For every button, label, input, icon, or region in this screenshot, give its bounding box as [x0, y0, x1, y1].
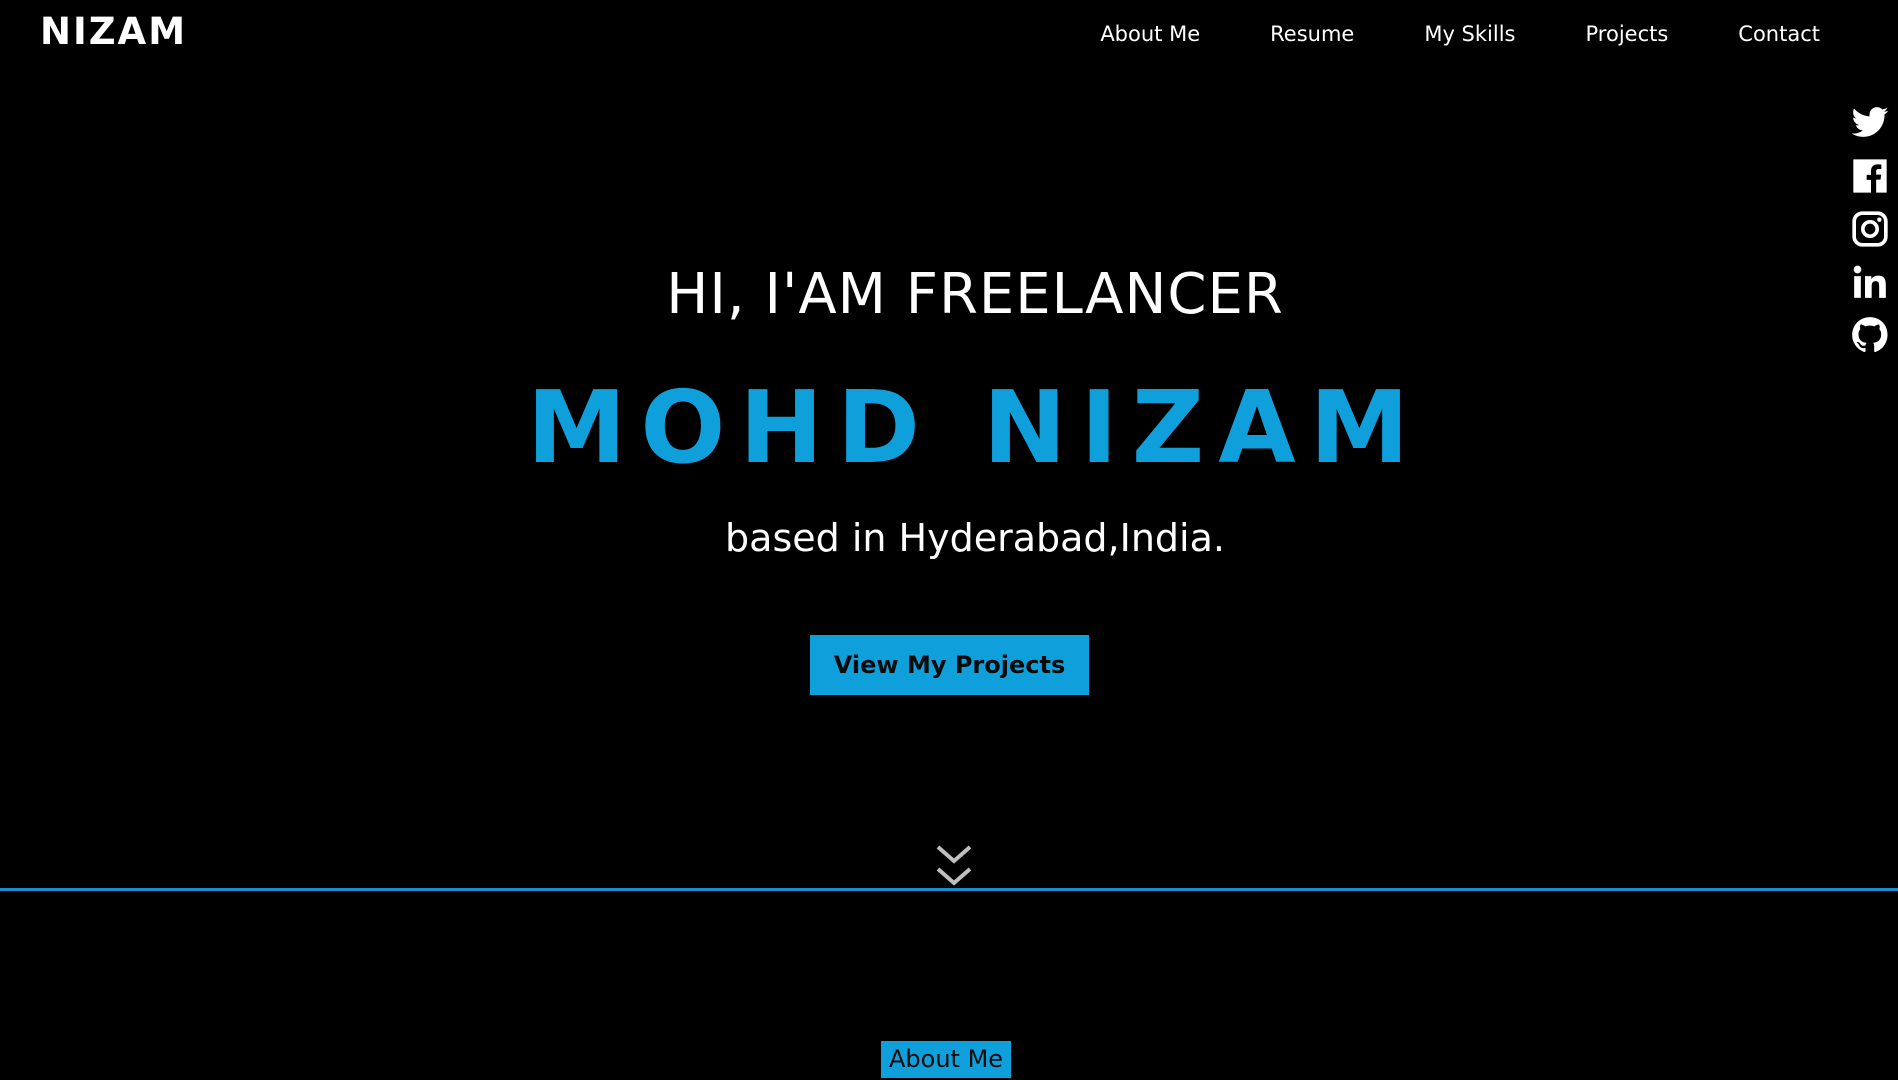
view-projects-button[interactable]: View My Projects [810, 635, 1089, 695]
nav-item-my-skills[interactable]: My Skills [1424, 22, 1515, 46]
nav-item-projects[interactable]: Projects [1586, 22, 1669, 46]
double-chevron-down-icon [936, 845, 972, 886]
hero-greeting: HI, I'AM FREELANCER [666, 262, 1284, 327]
main-nav: About Me Resume My Skills Projects Conta… [1100, 22, 1820, 46]
nav-item-contact[interactable]: Contact [1738, 22, 1820, 46]
page: NIZAM About Me Resume My Skills Projects… [0, 0, 1898, 1080]
site-logo[interactable]: NIZAM [40, 10, 187, 53]
instagram-icon [1852, 211, 1888, 247]
section-divider [0, 888, 1898, 891]
twitter-link[interactable] [1850, 103, 1890, 144]
facebook-link[interactable] [1850, 156, 1890, 197]
twitter-icon [1851, 107, 1889, 137]
facebook-icon [1853, 159, 1887, 193]
nav-item-resume[interactable]: Resume [1270, 22, 1354, 46]
about-me-section-label: About Me [881, 1041, 1012, 1078]
scroll-down-link[interactable] [934, 843, 974, 891]
hero-location: based in Hyderabad,India. [725, 516, 1225, 560]
instagram-link[interactable] [1850, 209, 1890, 250]
nav-item-about-me[interactable]: About Me [1100, 22, 1200, 46]
hero-name: MOHD NIZAM [526, 369, 1424, 486]
